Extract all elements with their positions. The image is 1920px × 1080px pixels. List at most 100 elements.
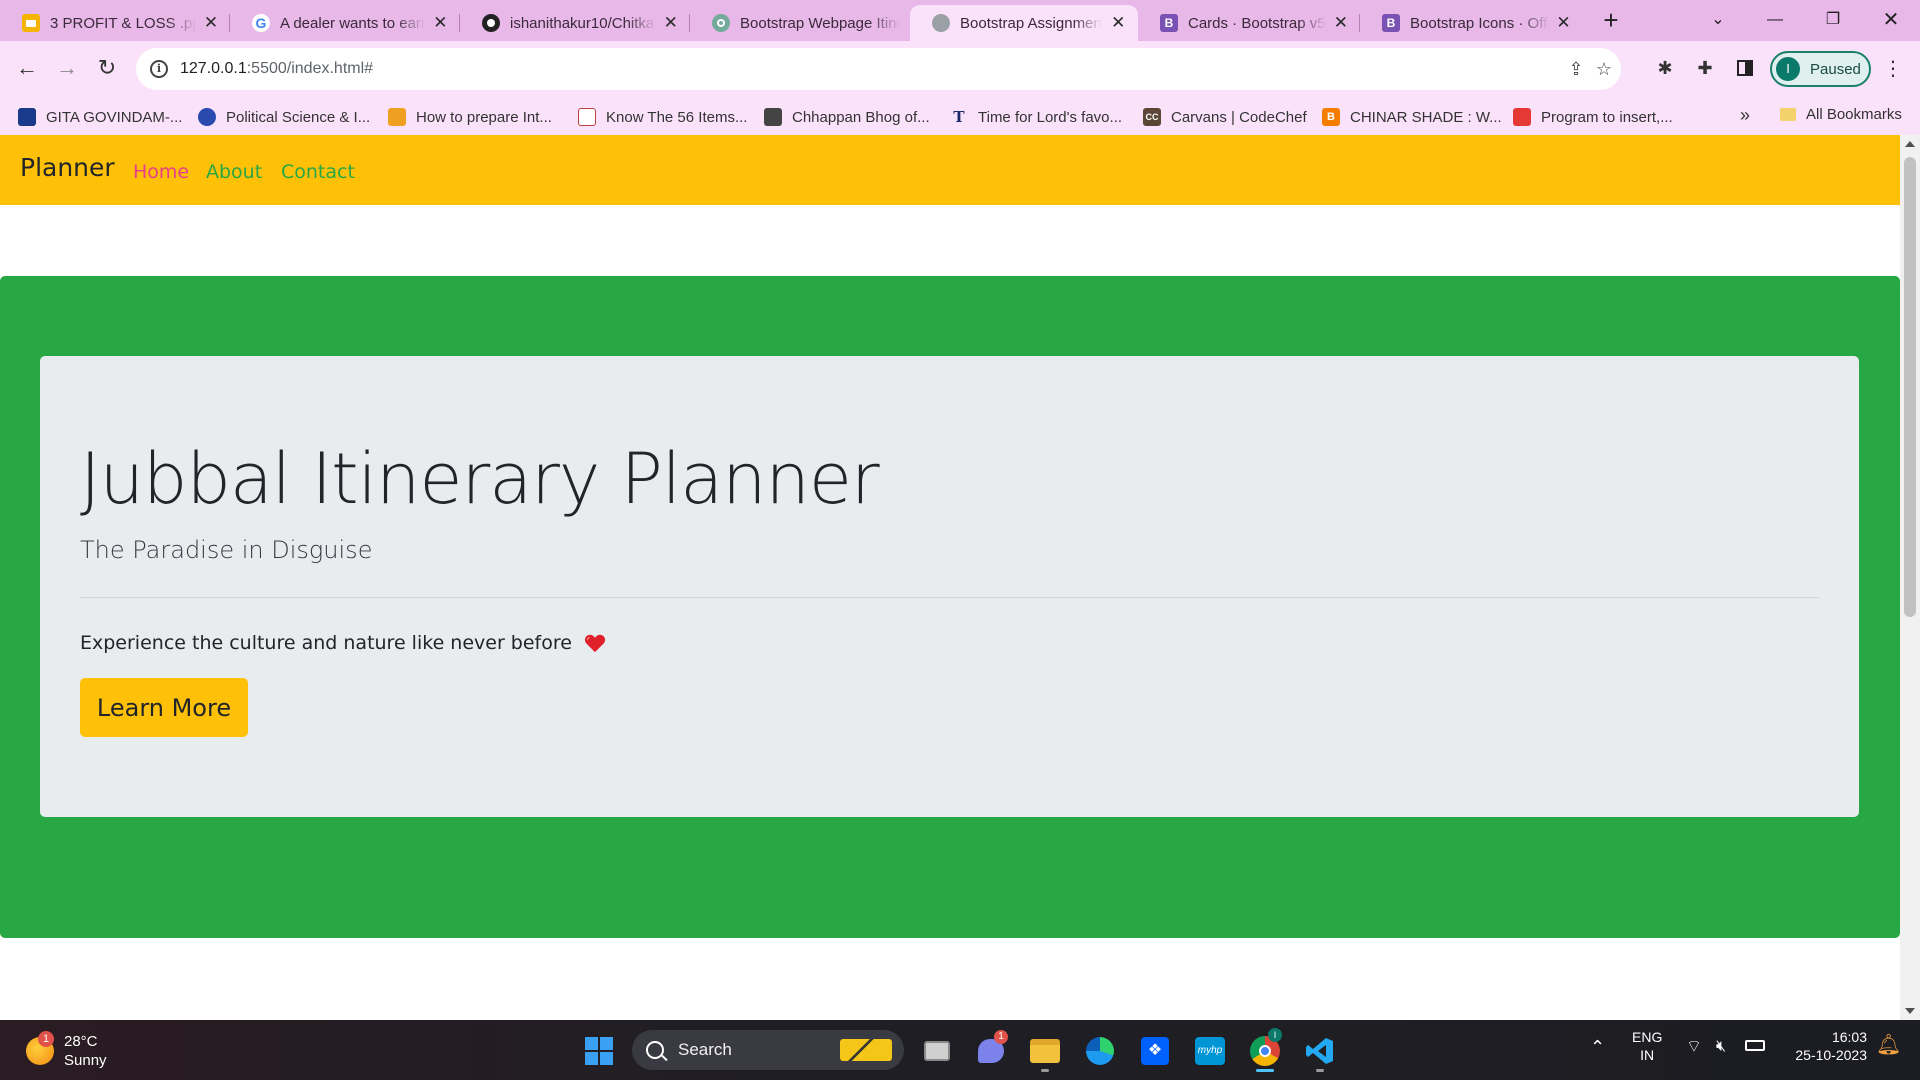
- browser-toolbar: ← → ↻ i 127.0.0.1:5500/index.html# ⇪ ☆ ✱…: [0, 41, 1920, 97]
- google-icon: G: [252, 14, 270, 32]
- weather-widget[interactable]: 1 28°C Sunny: [26, 1031, 107, 1070]
- nav-contact-link[interactable]: Contact: [281, 161, 355, 183]
- bookmark-item[interactable]: Program to insert,...: [1513, 106, 1673, 128]
- language-indicator[interactable]: ENG IN: [1632, 1028, 1662, 1064]
- tab-search-chevron-icon[interactable]: ⌄: [1695, 4, 1741, 36]
- teams-chat-icon[interactable]: 1: [974, 1030, 1008, 1068]
- close-icon[interactable]: ✕: [431, 13, 450, 33]
- close-icon[interactable]: ✕: [662, 13, 680, 33]
- file-explorer-icon[interactable]: [1028, 1034, 1062, 1068]
- chrome-icon[interactable]: I: [1248, 1028, 1282, 1068]
- running-indicator: [1316, 1069, 1324, 1072]
- new-tab-button[interactable]: +: [1596, 6, 1626, 36]
- puzzle-icon: [1513, 108, 1531, 126]
- profile-status: Paused: [1810, 60, 1861, 78]
- url-path: :5500/index.html#: [246, 60, 374, 77]
- bookmark-item[interactable]: Political Science & I...: [198, 106, 370, 128]
- kebab-menu-icon[interactable]: ⋮: [1876, 51, 1910, 85]
- address-bar[interactable]: i 127.0.0.1:5500/index.html# ⇪ ☆: [136, 48, 1621, 90]
- tab-dealer-search[interactable]: G A dealer wants to earn ✕: [230, 5, 460, 41]
- bookmark-item[interactable]: T Time for Lord's favo...: [950, 106, 1122, 128]
- scroll-down-arrow-icon[interactable]: [1905, 1008, 1915, 1014]
- temple-icon: [764, 108, 782, 126]
- tab-bootstrap-cards[interactable]: B Cards · Bootstrap v5.0 ✕: [1138, 5, 1360, 41]
- bookmark-star-icon[interactable]: ☆: [1592, 57, 1616, 81]
- bookmark-label: Know The 56 Items...: [606, 108, 748, 126]
- task-view-icon[interactable]: [920, 1034, 954, 1068]
- close-window-button[interactable]: ✕: [1868, 4, 1914, 36]
- weather-condition: Sunny: [64, 1052, 107, 1069]
- clock[interactable]: 16:03 25-10-2023: [1785, 1028, 1867, 1064]
- nav-about-link[interactable]: About: [206, 161, 262, 183]
- navbar-brand[interactable]: Planner: [20, 153, 115, 182]
- url-text[interactable]: 127.0.0.1:5500/index.html#: [180, 60, 373, 78]
- close-icon[interactable]: ✕: [202, 13, 220, 33]
- wifi-icon[interactable]: ⌔: [1686, 1038, 1702, 1056]
- notification-bell-icon[interactable]: 🔔︎: [1876, 1035, 1901, 1055]
- bookmark-item[interactable]: CC Carvans | CodeChef: [1143, 106, 1307, 128]
- nav-home-link[interactable]: Home: [133, 161, 189, 183]
- extensions-puzzle-icon[interactable]: ✚: [1688, 51, 1722, 85]
- more-bookmarks-button[interactable]: »: [1740, 105, 1750, 126]
- globe-icon: [198, 108, 216, 126]
- bookmark-item[interactable]: How to prepare Int...: [388, 106, 552, 128]
- slides-icon: [22, 14, 40, 32]
- learn-more-button[interactable]: Learn More: [80, 678, 248, 737]
- windows-start-icon[interactable]: [582, 1034, 616, 1068]
- forward-arrow-icon[interactable]: →: [50, 51, 84, 85]
- bug-extension-icon[interactable]: ✱: [1648, 51, 1682, 85]
- tab-title: Bootstrap Icons · Official: [1410, 14, 1549, 32]
- bookmark-item[interactable]: Know The 56 Items...: [578, 106, 747, 128]
- reload-icon[interactable]: ↻: [90, 51, 124, 85]
- tab-title: Bootstrap Assignment: [960, 14, 1103, 32]
- speaker-muted-icon[interactable]: 🔇︎: [1716, 1038, 1726, 1056]
- minimize-button[interactable]: —: [1752, 4, 1798, 36]
- restore-button[interactable]: ❐: [1810, 4, 1856, 36]
- close-icon[interactable]: ✕: [1332, 13, 1350, 33]
- scrollbar-thumb[interactable]: [1904, 157, 1916, 617]
- tab-title: ishanithakur10/Chitkara: [510, 14, 656, 32]
- bookmark-label: How to prepare Int...: [416, 108, 552, 126]
- dropbox-icon[interactable]: ❖: [1138, 1034, 1172, 1068]
- bookmark-label: Chhappan Bhog of...: [792, 108, 930, 126]
- book-icon: [18, 108, 36, 126]
- tab-chatgpt[interactable]: Bootstrap Webpage Itinerary: [690, 5, 910, 41]
- edge-browser-icon[interactable]: [1083, 1034, 1117, 1068]
- active-indicator: [1256, 1069, 1274, 1072]
- teams-badge: 1: [994, 1030, 1008, 1044]
- site-info-icon[interactable]: i: [150, 60, 168, 78]
- chevron-up-icon[interactable]: ⌃: [1590, 1038, 1605, 1056]
- share-icon[interactable]: ⇪: [1564, 57, 1588, 81]
- bookmark-label: Carvans | CodeChef: [1171, 108, 1307, 126]
- text-icon: T: [953, 108, 965, 126]
- close-icon[interactable]: ✕: [1555, 13, 1572, 33]
- page-viewport: Planner Home About Contact Jubbal Itiner…: [0, 135, 1900, 1020]
- battery-icon[interactable]: [1745, 1040, 1765, 1051]
- taskbar-search[interactable]: Search: [632, 1030, 904, 1070]
- tab-title: Cards · Bootstrap v5.0: [1188, 14, 1326, 32]
- sun-weather-icon: 1: [26, 1031, 54, 1065]
- tab-bootstrap-icons[interactable]: B Bootstrap Icons · Official ✕: [1360, 5, 1582, 41]
- jumbotron: Jubbal Itinerary Planner The Paradise in…: [40, 356, 1859, 817]
- tab-bootstrap-assignment[interactable]: Bootstrap Assignment ✕: [910, 5, 1138, 41]
- bookmark-item[interactable]: B CHINAR SHADE : W...: [1322, 106, 1502, 128]
- clock-time: 16:03: [1831, 1029, 1867, 1045]
- tab-github[interactable]: ishanithakur10/Chitkara ✕: [460, 5, 690, 41]
- myhp-icon[interactable]: myhp: [1193, 1034, 1227, 1068]
- scroll-up-arrow-icon[interactable]: [1905, 141, 1915, 147]
- hero-section: Jubbal Itinerary Planner The Paradise in…: [0, 276, 1900, 938]
- bootstrap-icon: B: [1382, 14, 1400, 32]
- profile-button[interactable]: I Paused: [1770, 51, 1871, 87]
- all-bookmarks-button[interactable]: All Bookmarks: [1780, 106, 1902, 123]
- page-scrollbar[interactable]: [1900, 135, 1920, 1020]
- codechef-icon: CC: [1143, 108, 1161, 126]
- tab-profit-loss[interactable]: 3 PROFIT & LOSS .pptx ✕: [0, 5, 230, 41]
- search-icon: [646, 1041, 664, 1059]
- close-icon[interactable]: ✕: [1108, 13, 1128, 33]
- bookmark-item[interactable]: GITA GOVINDAM-...: [18, 106, 182, 128]
- side-panel-icon[interactable]: [1728, 51, 1762, 85]
- vscode-icon[interactable]: [1303, 1034, 1337, 1068]
- page-title: Jubbal Itinerary Planner: [80, 438, 880, 520]
- back-arrow-icon[interactable]: ←: [10, 51, 44, 85]
- bookmark-item[interactable]: Chhappan Bhog of...: [764, 106, 930, 128]
